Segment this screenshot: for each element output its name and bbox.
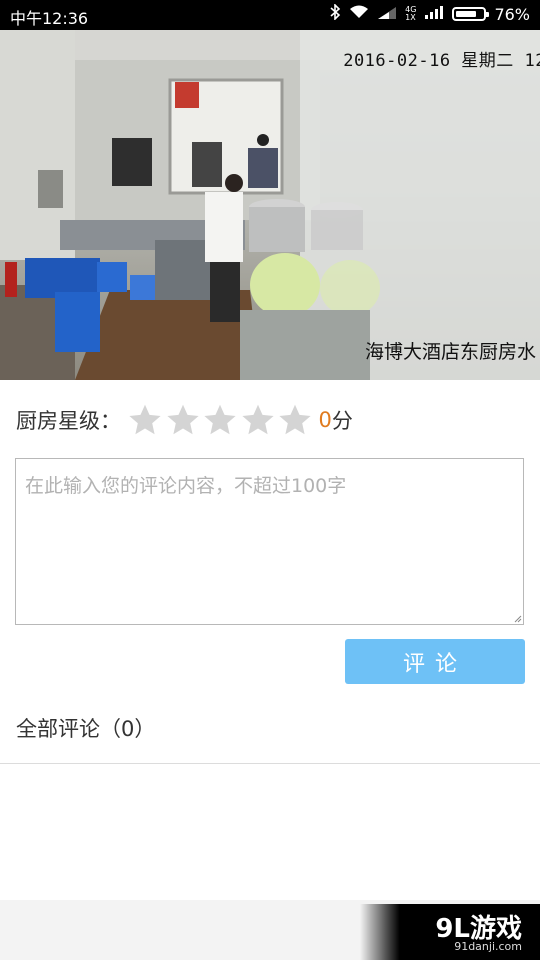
comment-placeholder: 在此输入您的评论内容，不超过100字 bbox=[25, 475, 347, 497]
camera-feed[interactable]: 2016-02-16 星期二 12 海博大酒店东厨房水 bbox=[0, 30, 540, 380]
camera-timestamp: 2016-02-16 星期二 12 bbox=[343, 51, 540, 71]
camera-location-label: 海博大酒店东厨房水 bbox=[364, 341, 536, 363]
resize-handle-icon[interactable] bbox=[514, 615, 522, 623]
rating-score: 0 bbox=[318, 408, 332, 432]
cellular-signal-icon bbox=[377, 5, 397, 24]
rating-label: 厨房星级： bbox=[16, 409, 121, 433]
status-bar: 中午12:36 4G 1X 76% bbox=[0, 0, 540, 30]
rating-score-unit: 分 bbox=[331, 409, 353, 433]
network-type: 4G 1X bbox=[405, 5, 417, 22]
status-time: 中午12:36 bbox=[10, 9, 89, 28]
star-icon[interactable] bbox=[165, 402, 201, 438]
cellular-signal-icon bbox=[424, 5, 444, 24]
star-icon[interactable] bbox=[240, 402, 276, 438]
status-icons: 4G 1X 76% bbox=[329, 3, 530, 24]
comment-input[interactable]: 在此输入您的评论内容，不超过100字 bbox=[15, 458, 524, 625]
kitchen-rating: 厨房星级： 0 分 bbox=[16, 403, 353, 437]
watermark-logo: 9L游戏 91danji.com bbox=[360, 904, 540, 960]
battery-text: 76% bbox=[494, 4, 530, 24]
bluetooth-icon bbox=[329, 3, 341, 24]
star-icon[interactable] bbox=[127, 402, 163, 438]
star-icon[interactable] bbox=[202, 402, 238, 438]
all-comments-title: 全部评论（0） bbox=[16, 717, 156, 741]
watermark-site: 91danji.com bbox=[454, 940, 522, 953]
submit-comment-button[interactable]: 评论 bbox=[345, 639, 525, 684]
camera-frame-image bbox=[0, 30, 540, 380]
star-rating[interactable] bbox=[127, 402, 315, 438]
battery-icon bbox=[452, 7, 490, 21]
star-icon[interactable] bbox=[277, 402, 313, 438]
divider bbox=[0, 763, 540, 764]
wifi-icon bbox=[349, 4, 369, 24]
